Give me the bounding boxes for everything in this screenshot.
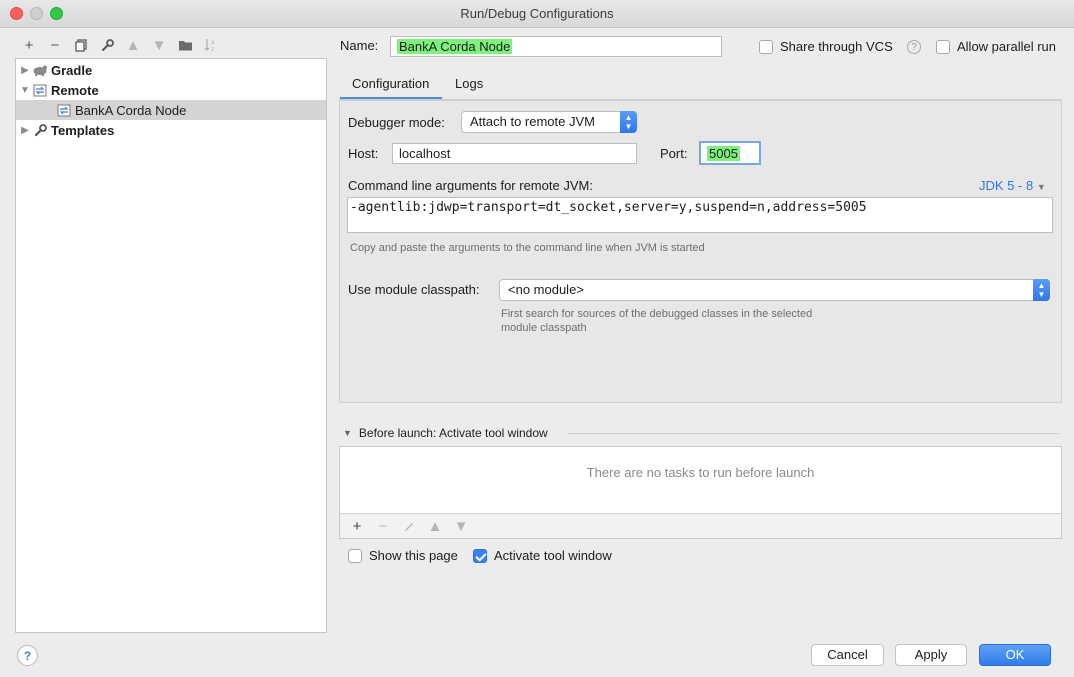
name-value: BankA Corda Node (397, 39, 513, 54)
before-launch-title: Before launch: Activate tool window (358, 426, 548, 440)
title-bar: Run/Debug Configurations (0, 0, 1074, 28)
remote-config-icon (32, 82, 48, 98)
tree-item-templates[interactable]: ▶ Templates (16, 120, 326, 140)
share-vcs-label[interactable]: Share through VCS (780, 39, 893, 54)
tree-label-banka-corda-node: BankA Corda Node (75, 102, 187, 118)
wrench-icon (32, 122, 48, 138)
copy-icon[interactable] (68, 34, 94, 56)
chevron-updown-icon: ▲ ▼ (1033, 279, 1050, 301)
port-label: Port: (660, 146, 688, 161)
expand-arrow-icon[interactable]: ▶ (18, 125, 32, 136)
tab-logs[interactable]: Logs (443, 70, 495, 100)
activate-tool-checkbox[interactable] (473, 549, 487, 563)
port-value: 5005 (707, 146, 740, 161)
before-launch-tasks: There are no tasks to run before launch … (339, 446, 1062, 539)
move-down-icon[interactable]: ▼ (448, 515, 474, 537)
tab-configuration[interactable]: Configuration (340, 70, 442, 100)
collapse-arrow-icon[interactable]: ▼ (18, 85, 32, 96)
move-up-icon[interactable]: ▲ (422, 515, 448, 537)
wrench-icon[interactable] (94, 34, 120, 56)
debugger-mode-value: Attach to remote JVM (470, 114, 595, 129)
module-classpath-label: Use module classpath: (348, 282, 480, 297)
cmd-args-label: Command line arguments for remote JVM: (348, 178, 593, 193)
help-button[interactable]: ? (17, 645, 38, 666)
folder-icon[interactable] (172, 34, 198, 56)
remove-task-icon[interactable]: − (370, 515, 396, 537)
edit-task-icon[interactable] (396, 515, 422, 537)
configurations-tree: ▶ Gradle ▼ Remote BankA Corda Node ▶ Tem… (15, 58, 327, 633)
chevron-down-icon: ▼ (1036, 182, 1046, 192)
chevron-updown-icon: ▲ ▼ (620, 111, 637, 133)
module-hint-line-2: module classpath (501, 322, 587, 334)
share-vcs-checkbox[interactable] (759, 40, 773, 54)
show-page-checkbox[interactable] (348, 549, 362, 563)
add-task-icon[interactable]: + (344, 515, 370, 537)
name-field[interactable]: BankA Corda Node (390, 36, 722, 57)
config-toolbar: + − ▲ ▼ az (16, 34, 224, 56)
tasks-empty-text: There are no tasks to run before launch (586, 465, 815, 480)
name-label: Name: (340, 38, 379, 53)
tree-item-banka-corda-node[interactable]: BankA Corda Node (16, 100, 326, 120)
expand-arrow-icon[interactable]: ▶ (18, 65, 32, 76)
move-up-icon[interactable]: ▲ (120, 34, 146, 56)
svg-text:a: a (211, 39, 215, 46)
window-title: Run/Debug Configurations (460, 6, 614, 21)
remote-config-icon (56, 102, 72, 118)
tree-label-templates: Templates (51, 122, 115, 138)
host-label: Host: (348, 146, 379, 161)
ok-button[interactable]: OK (979, 644, 1051, 666)
module-hint-line-1: First search for sources of the debugged… (501, 308, 813, 320)
module-classpath-value: <no module> (508, 282, 584, 297)
show-page-label[interactable]: Show this page (369, 548, 458, 563)
jdk-version-label: JDK 5 - 8 (979, 178, 1034, 193)
sort-icon[interactable]: az (198, 34, 224, 56)
jdk-version-link[interactable]: JDK 5 - 8 ▼ (979, 178, 1046, 193)
remove-icon[interactable]: − (42, 34, 68, 56)
help-question-icon[interactable]: ? (907, 40, 921, 54)
svg-text:z: z (211, 46, 214, 52)
before-launch-header[interactable]: ▼ Before launch: Activate tool window (343, 426, 548, 440)
activate-tool-label[interactable]: Activate tool window (494, 548, 612, 563)
gradle-icon (32, 62, 48, 78)
tree-item-remote[interactable]: ▼ Remote (16, 80, 326, 100)
debugger-mode-label: Debugger mode: (348, 115, 445, 130)
cmd-args-field[interactable]: -agentlib:jdwp=transport=dt_socket,serve… (347, 197, 1053, 233)
module-classpath-select[interactable]: <no module> ▲ ▼ (499, 279, 1050, 301)
tree-label-remote: Remote (51, 82, 99, 98)
tree-label-gradle: Gradle (51, 62, 93, 78)
add-icon[interactable]: + (16, 34, 42, 56)
move-down-icon[interactable]: ▼ (146, 34, 172, 56)
debugger-mode-select[interactable]: Attach to remote JVM ▲ ▼ (461, 111, 637, 133)
host-input[interactable]: localhost (392, 143, 637, 164)
tasks-toolbar: + − ▲ ▼ (340, 513, 1061, 538)
apply-button[interactable]: Apply (895, 644, 967, 666)
allow-parallel-label[interactable]: Allow parallel run (957, 39, 1056, 54)
port-input[interactable]: 5005 (699, 141, 761, 165)
section-divider (568, 433, 1059, 434)
cmd-args-hint: Copy and paste the arguments to the comm… (350, 242, 705, 254)
collapse-arrow-icon[interactable]: ▼ (343, 428, 352, 438)
cancel-button[interactable]: Cancel (811, 644, 884, 666)
tree-item-gradle[interactable]: ▶ Gradle (16, 60, 326, 80)
allow-parallel-checkbox[interactable] (936, 40, 950, 54)
